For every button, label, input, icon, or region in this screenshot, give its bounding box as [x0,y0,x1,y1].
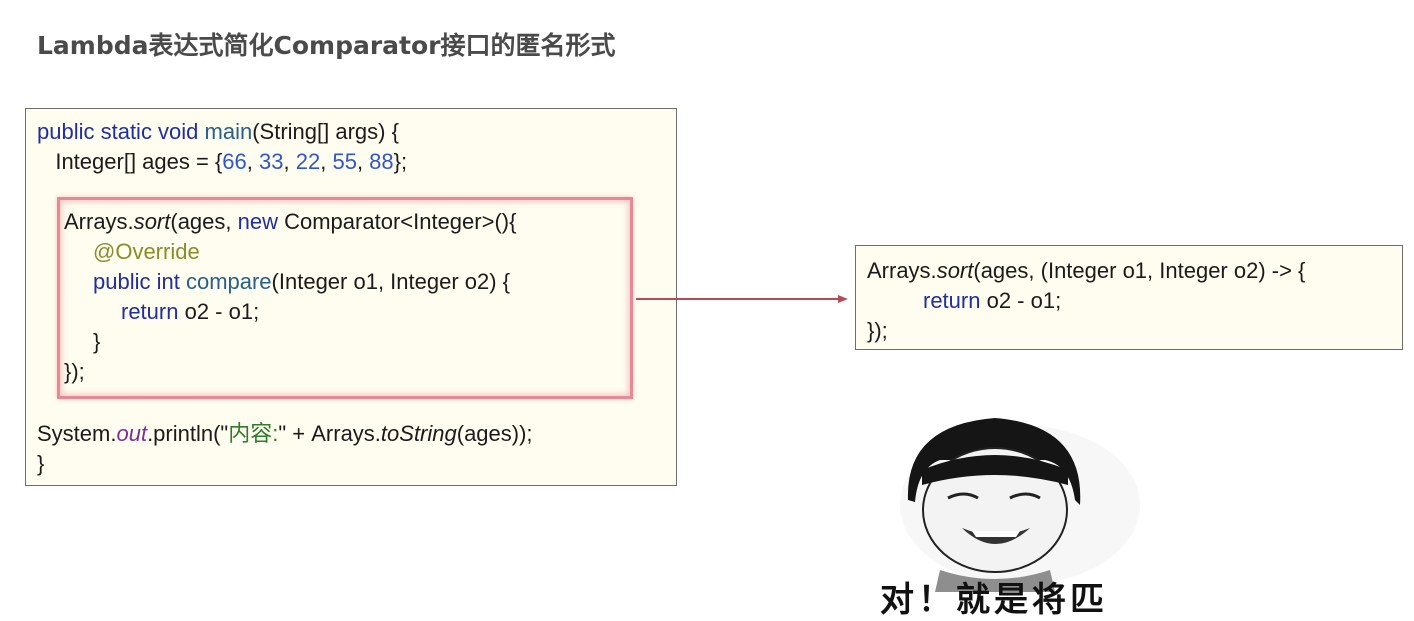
number-literal: 88 [369,149,394,174]
number-literal: 33 [259,149,284,174]
code-text: Integer[] ages = { [37,149,223,174]
code-line-lambda-return: return o2 - o1; [923,286,1061,316]
code-text: (Integer o1, Integer o2) { [271,269,511,294]
static-method-name: toString [380,421,457,446]
code-line-println: System.out.println("内容:" + Arrays.toStri… [37,419,533,449]
code-text: System. [37,421,117,446]
code-text: }; [393,149,408,174]
code-text: o2 - o1; [980,288,1062,313]
code-line-arrays-sort: Arrays.sort(ages, new Comparator<Integer… [64,207,516,237]
keyword: return [121,299,179,324]
keyword: return [923,288,981,313]
code-line-lambda-sort: Arrays.sort(ages, (Integer o1, Integer o… [867,256,1305,286]
code-text: .println(" [147,421,229,446]
code-line-close-sort: }); [64,359,85,384]
code-text: , [356,149,370,174]
meme-caption: 对！就是将匹 [880,580,1108,620]
meme-character-image [880,410,1170,592]
method-name: main [204,119,253,144]
static-field: out [116,421,148,446]
anonymous-class-code-block: public static void main(String[] args) {… [25,108,677,486]
code-text: Comparator<Integer>(){ [278,209,517,234]
transform-arrow-icon [636,295,848,303]
number-literal: 66 [222,149,247,174]
code-text: (ages, (Integer o1, Integer o2) -> { [973,258,1306,283]
code-line-override: @Override [93,237,200,267]
code-text: o2 - o1; [178,299,260,324]
code-line-lambda-close: }); [867,318,888,343]
code-text: , [246,149,260,174]
code-text: (ages)); [456,421,533,446]
number-literal: 22 [295,149,321,174]
code-text: , [283,149,296,174]
slide-title: Lambda表达式简化Comparator接口的匿名形式 [37,31,616,60]
code-text: (String[] args) { [252,119,399,144]
string-literal: 内容: [228,421,279,446]
static-method-name: sort [133,209,171,234]
number-literal: 55 [332,149,357,174]
code-text: , [320,149,333,174]
code-line-close-brace: } [93,329,101,354]
lambda-code-block: Arrays.sort(ages, (Integer o1, Integer o… [855,245,1403,350]
keyword: public int [93,269,186,294]
code-line-return: return o2 - o1; [121,297,259,327]
code-text: Arrays. [867,258,937,283]
keyword: public static void [37,119,205,144]
keyword: new [237,209,278,234]
code-line-compare-signature: public int compare(Integer o1, Integer o… [93,267,510,297]
code-text: Arrays. [64,209,134,234]
annotation: @Override [93,239,200,264]
code-line-main-signature: public static void main(String[] args) { [37,117,399,147]
method-name: compare [185,269,272,294]
code-text: " + Arrays. [278,421,381,446]
code-line-ages-array: Integer[] ages = {66, 33, 22, 55, 88}; [37,147,407,177]
static-method-name: sort [936,258,974,283]
code-text: (ages, [170,209,238,234]
code-line-final-brace: } [37,451,45,476]
